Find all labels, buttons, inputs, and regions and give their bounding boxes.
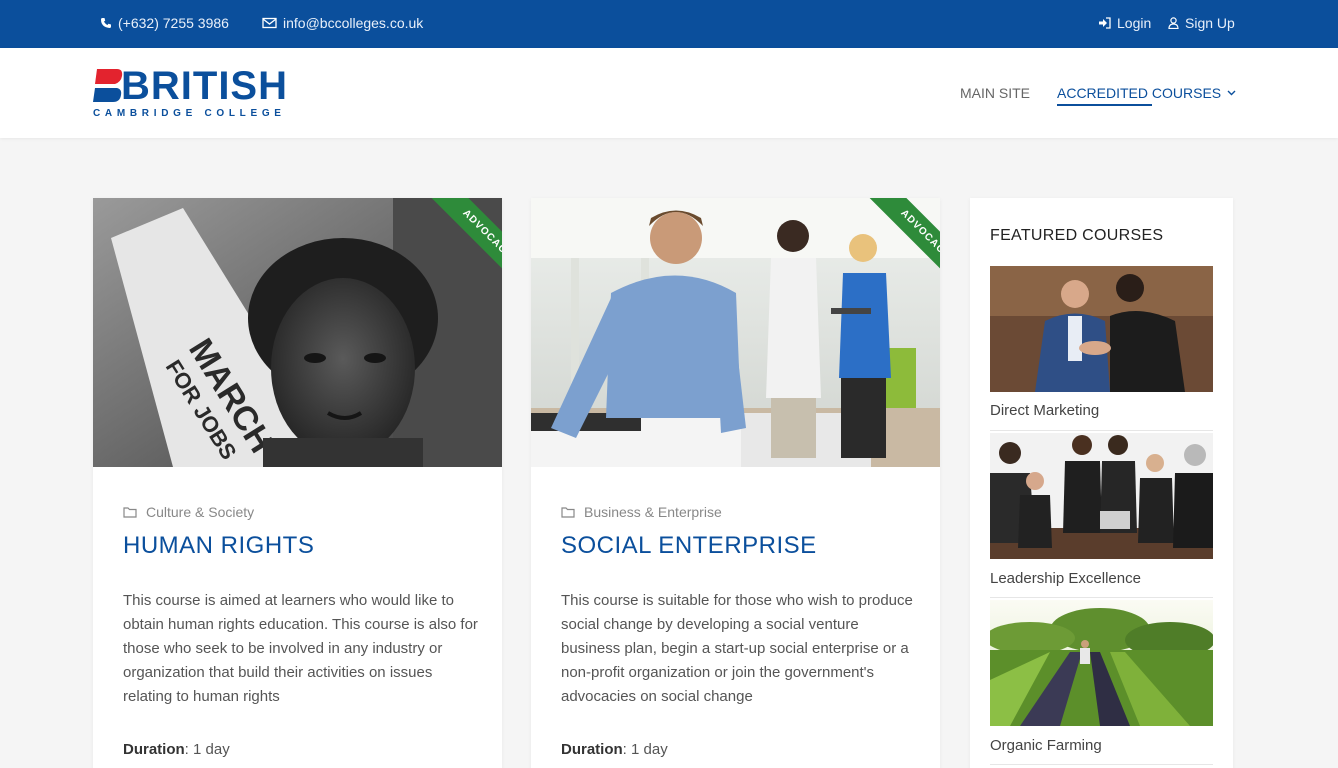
logo-mark-icon <box>93 69 123 102</box>
british-cambridge-logo[interactable]: BRITISH CAMBRIDGE COLLEGE <box>93 66 298 122</box>
login-label: Login <box>1117 15 1152 31</box>
farm-field-photo-icon[interactable] <box>990 600 1213 726</box>
category-label: Business & Enterprise <box>584 504 722 520</box>
folder-icon <box>123 507 137 518</box>
handshake-photo-icon[interactable] <box>990 266 1213 392</box>
course-description: This course is suitable for those who wi… <box>561 592 913 705</box>
featured-course-name[interactable]: Organic Farming <box>990 737 1102 754</box>
nav-accredited-courses[interactable]: ACCREDITED COURSES <box>1057 85 1236 101</box>
featured-courses-sidebar: FEATURED COURSES Direct Marketing Leader… <box>970 198 1233 768</box>
course-description: This course is aimed at learners who wou… <box>123 592 478 705</box>
phone-contact[interactable]: (+632) 7255 3986 <box>100 15 229 31</box>
duration-label: Duration <box>561 741 623 758</box>
email-address: info@bccolleges.co.uk <box>283 15 424 31</box>
duration-label: Duration <box>123 741 185 758</box>
site-header: BRITISH CAMBRIDGE COLLEGE MAIN SITE ACCR… <box>0 48 1338 138</box>
course-category[interactable]: Culture & Society <box>123 504 254 520</box>
login-link[interactable]: Login <box>1098 15 1151 31</box>
duration-value: : 1 day <box>622 741 668 758</box>
course-duration: Duration: 1 day <box>561 741 668 758</box>
protest-photo-icon[interactable]: MARCH FOR JOBS ADVOCACY <box>93 198 502 467</box>
logo-wordmark: BRITISH <box>121 64 288 108</box>
ribbon-badge: ADVOCACY <box>844 198 940 294</box>
course-category[interactable]: Business & Enterprise <box>561 504 722 520</box>
ribbon-label: ADVOCACY <box>424 198 502 294</box>
ribbon-label: ADVOCACY <box>862 198 940 294</box>
phone-number: (+632) 7255 3986 <box>118 15 229 31</box>
envelope-icon <box>262 17 277 29</box>
course-title[interactable]: HUMAN RIGHTS <box>123 532 314 560</box>
user-icon <box>1168 17 1179 29</box>
category-label: Culture & Society <box>146 504 255 520</box>
folder-icon <box>561 507 575 518</box>
nav-main-site[interactable]: MAIN SITE <box>960 85 1030 101</box>
sidebar-title: FEATURED COURSES <box>990 227 1164 244</box>
duration-value: : 1 day <box>184 741 230 758</box>
logo-subtitle: CAMBRIDGE COLLEGE <box>93 108 286 119</box>
active-nav-indicator <box>1057 104 1152 106</box>
top-contact-bar: (+632) 7255 3986 info@bccolleges.co.uk L… <box>0 0 1338 48</box>
divider <box>990 764 1213 765</box>
course-card-social-enterprise[interactable]: ADVOCACY Business & Enterprise SOCIAL EN… <box>531 198 940 768</box>
chevron-down-icon <box>1227 90 1236 96</box>
sign-in-icon <box>1099 17 1111 29</box>
course-title[interactable]: SOCIAL ENTERPRISE <box>561 532 817 560</box>
phone-icon <box>101 18 111 28</box>
nav-accredited-label: ACCREDITED COURSES <box>1057 85 1222 101</box>
ribbon-badge: ADVOCACY <box>406 198 502 294</box>
featured-course-name[interactable]: Leadership Excellence <box>990 570 1141 587</box>
featured-course-name[interactable]: Direct Marketing <box>990 402 1099 419</box>
office-team-photo-icon[interactable]: ADVOCACY <box>531 198 940 467</box>
email-contact[interactable]: info@bccolleges.co.uk <box>262 15 423 31</box>
course-card-human-rights[interactable]: MARCH FOR JOBS ADVOCACY Culture & Societ… <box>93 198 502 768</box>
divider <box>990 430 1213 431</box>
course-duration: Duration: 1 day <box>123 741 230 758</box>
divider <box>990 597 1213 598</box>
business-meeting-photo-icon[interactable] <box>990 433 1213 559</box>
signup-label: Sign Up <box>1185 15 1235 31</box>
signup-link[interactable]: Sign Up <box>1168 15 1235 31</box>
